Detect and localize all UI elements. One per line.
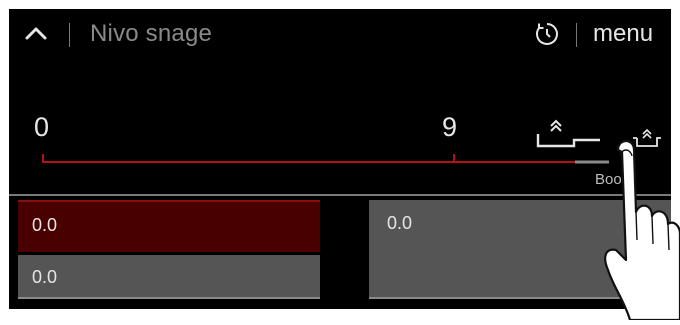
header: Nivo snage menu [9,9,671,59]
slider-mid-label: 9 [442,112,458,142]
value-cell-left-bottom[interactable]: 0.0 [18,255,320,299]
header-divider [576,23,577,47]
pointing-hand-icon [600,120,680,322]
power-slider[interactable]: 0 9 [9,104,671,194]
chevron-up-icon[interactable] [23,21,49,47]
menu-button[interactable]: menu [593,20,653,48]
header-divider [69,23,70,47]
power-level-icon [532,116,602,161]
cooktop-screen: Nivo snage menu 0 9 Boost 0.0 0.0 0.0 [9,9,671,309]
value-cell-left-top[interactable]: 0.0 [18,200,320,252]
page-title: Nivo snage [90,20,213,47]
divider [9,194,671,196]
timer-icon[interactable] [534,21,560,47]
slider-min-label: 0 [34,112,50,142]
